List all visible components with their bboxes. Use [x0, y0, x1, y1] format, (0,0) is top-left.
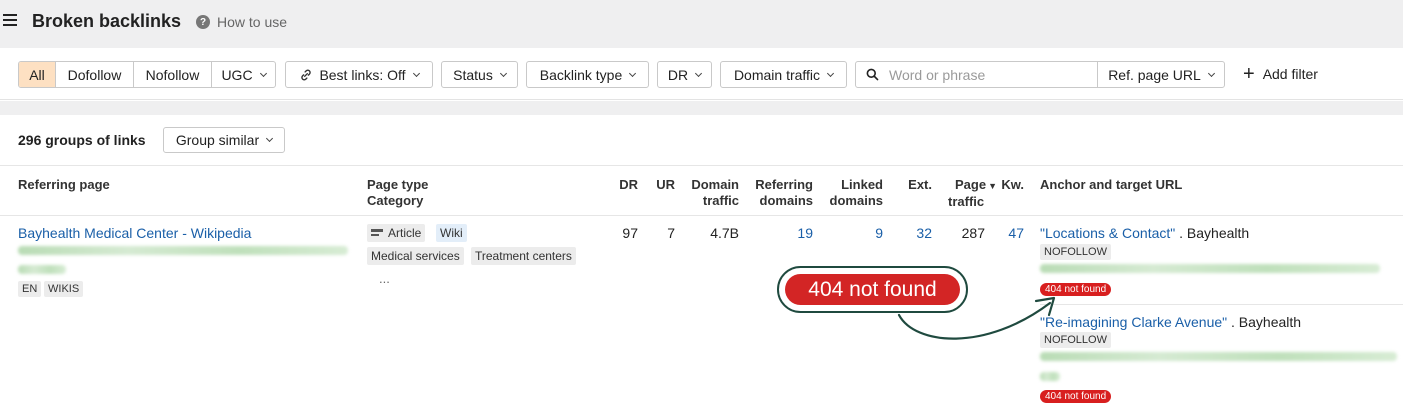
annotation-arrow	[897, 296, 1056, 340]
